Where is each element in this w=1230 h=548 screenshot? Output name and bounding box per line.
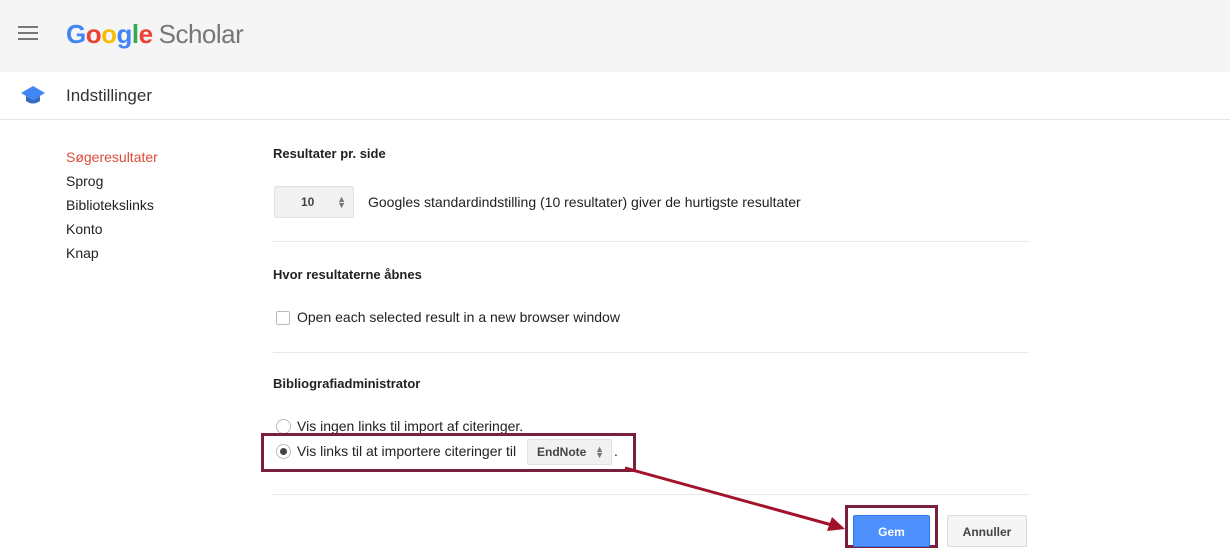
save-button[interactable]: Gem <box>853 515 930 547</box>
cancel-button[interactable]: Annuller <box>947 515 1027 547</box>
annotation-arrow-icon <box>624 466 845 531</box>
